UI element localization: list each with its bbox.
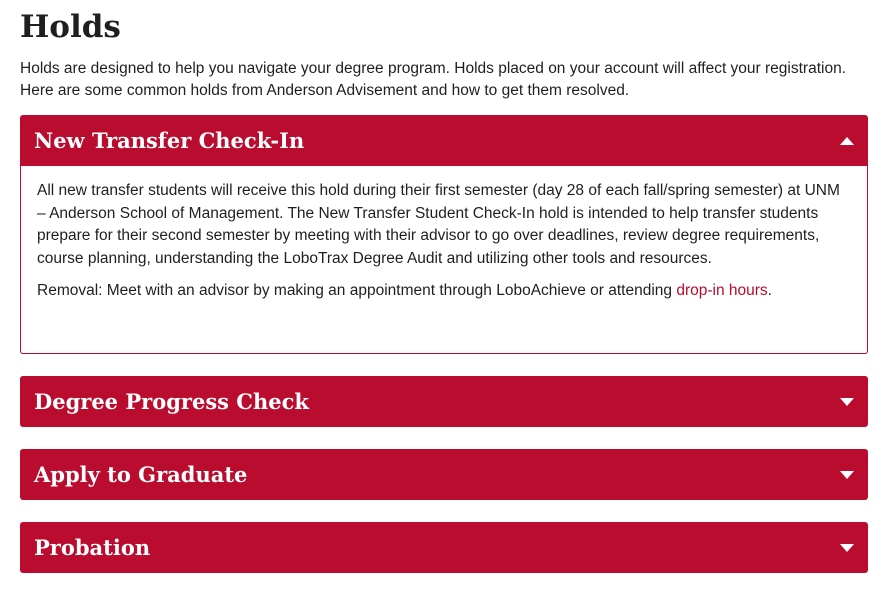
drop-in-hours-link[interactable]: drop-in hours bbox=[676, 282, 767, 299]
accordion-header-new-transfer-check-in[interactable]: New Transfer Check-In bbox=[20, 115, 868, 166]
holds-section: Holds Holds are designed to help you nav… bbox=[20, 0, 868, 595]
accordion-panel-new-transfer-check-in: All new transfer students will receive t… bbox=[20, 166, 868, 354]
holds-accordion: New Transfer Check-In All new transfer s… bbox=[20, 115, 868, 573]
accordion-item-apply-to-graduate: Apply to Graduate bbox=[20, 449, 868, 500]
accordion-title: Apply to Graduate bbox=[34, 462, 248, 487]
hold-description: All new transfer students will receive t… bbox=[37, 182, 840, 267]
chevron-down-icon[interactable] bbox=[840, 397, 854, 406]
removal-text: Removal: Meet with an advisor by making … bbox=[37, 282, 677, 299]
accordion-item-probation: Probation bbox=[20, 522, 868, 573]
accordion-header-apply-to-graduate[interactable]: Apply to Graduate bbox=[20, 449, 868, 500]
chevron-down-icon[interactable] bbox=[840, 470, 854, 479]
hold-removal: Removal: Meet with an advisor by making … bbox=[37, 280, 851, 303]
chevron-down-icon[interactable] bbox=[840, 543, 854, 552]
accordion-header-degree-progress-check[interactable]: Degree Progress Check bbox=[20, 376, 868, 427]
accordion-header-probation[interactable]: Probation bbox=[20, 522, 868, 573]
accordion-item-degree-progress-check: Degree Progress Check bbox=[20, 376, 868, 427]
accordion-title: New Transfer Check-In bbox=[34, 128, 305, 153]
chevron-up-icon[interactable] bbox=[840, 136, 854, 145]
removal-end: . bbox=[767, 282, 772, 299]
accordion-title: Degree Progress Check bbox=[34, 389, 309, 414]
accordion-item-new-transfer-check-in: New Transfer Check-In All new transfer s… bbox=[20, 115, 868, 354]
accordion-title: Probation bbox=[34, 535, 151, 560]
intro-text: Holds are designed to help you navigate … bbox=[20, 60, 846, 99]
page-title: Holds bbox=[20, 9, 121, 45]
